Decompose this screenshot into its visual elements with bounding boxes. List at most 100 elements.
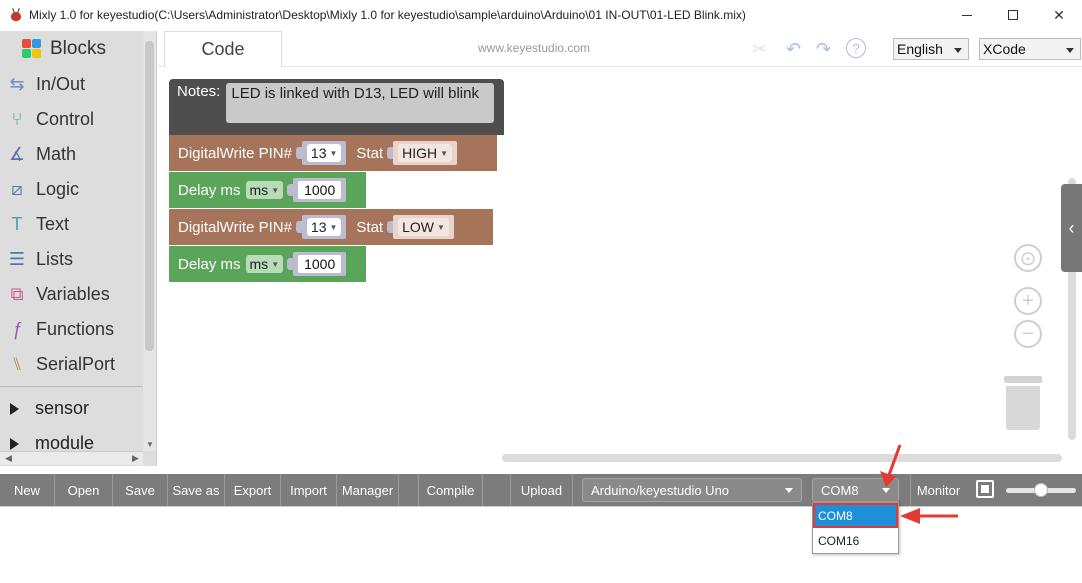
- upload-button[interactable]: Upload: [511, 474, 573, 506]
- delay-unit-value: ms: [249, 256, 269, 272]
- dropdown-arrow-icon: ▼: [329, 148, 338, 158]
- notes-block[interactable]: Notes: LED is linked with D13, LED will …: [169, 79, 504, 135]
- trash-icon[interactable]: [1004, 376, 1042, 432]
- blockly-workspace[interactable]: Notes: LED is linked with D13, LED will …: [158, 68, 1082, 466]
- sidebar-tree-label: sensor: [35, 398, 90, 418]
- logic-icon: ⧄: [11, 179, 23, 199]
- pin-value: 13: [310, 145, 327, 161]
- digital-write-block-low[interactable]: DigitalWrite PIN# 13 ▼ Stat LOW ▼: [169, 209, 493, 245]
- digital-write-label: DigitalWrite PIN#: [178, 218, 292, 236]
- window-title: Mixly 1.0 for keyestudio(C:\Users\Admini…: [29, 8, 746, 22]
- delay-unit-value: ms: [249, 182, 269, 198]
- maximize-button[interactable]: [990, 0, 1036, 30]
- import-button[interactable]: Import: [281, 474, 337, 506]
- mixly-bug-icon: [9, 7, 23, 22]
- toolbar-spacer: [483, 474, 511, 506]
- stat-dropdown[interactable]: HIGH ▼: [398, 144, 453, 162]
- delay-value-slot: 1000: [287, 178, 347, 202]
- serialport-icon: ⑊: [11, 354, 23, 374]
- minimize-button[interactable]: [944, 0, 990, 30]
- sidebar-item-math[interactable]: ∡ Math: [0, 137, 156, 172]
- zoom-out-icon[interactable]: −: [1014, 320, 1042, 348]
- sidebar-item-logic[interactable]: ⧄ Logic: [0, 172, 156, 207]
- chevron-down-icon: [785, 488, 793, 493]
- help-icon[interactable]: ?: [846, 38, 866, 58]
- save-as-button[interactable]: Save as: [168, 474, 225, 506]
- notes-text-field[interactable]: LED is linked with D13, LED will blink: [226, 83, 495, 123]
- manager-button[interactable]: Manager: [337, 474, 399, 506]
- sidebar-item-label: Control: [36, 109, 95, 129]
- delay-unit-dropdown[interactable]: ms ▼: [245, 181, 284, 199]
- lists-icon: ☰: [8, 249, 26, 269]
- toolbar-spacer: [399, 474, 419, 506]
- digital-write-block-high[interactable]: DigitalWrite PIN# 13 ▼ Stat HIGH ▼: [169, 135, 497, 171]
- tab-code[interactable]: Code: [164, 31, 282, 67]
- sidebar-item-label: Variables: [36, 284, 110, 304]
- zoom-controls: ⊙ + −: [1014, 244, 1044, 353]
- stat-value: LOW: [402, 219, 434, 235]
- delay-unit-dropdown[interactable]: ms ▼: [245, 255, 284, 273]
- sidebar-item-in-out[interactable]: ⇆ In/Out: [0, 67, 156, 102]
- theme-value: XCode: [983, 41, 1026, 57]
- annotation-arrow-left-icon: [900, 508, 958, 524]
- collapse-panel-tab[interactable]: ‹: [1061, 184, 1082, 272]
- sidebar-vertical-scrollbar[interactable]: ▼: [143, 31, 156, 451]
- redo-icon[interactable]: ↷: [816, 39, 831, 60]
- theme-select[interactable]: XCode: [979, 38, 1081, 60]
- compile-button[interactable]: Compile: [419, 474, 483, 506]
- slider-handle[interactable]: [1034, 483, 1048, 497]
- new-button[interactable]: New: [0, 474, 55, 506]
- delay-block-1[interactable]: Delay ms ms ▼ 1000: [169, 172, 366, 208]
- stat-label: Stat: [356, 218, 384, 236]
- delay-block-2[interactable]: Delay ms ms ▼ 1000: [169, 246, 366, 282]
- scroll-left-icon[interactable]: ◀: [5, 453, 12, 464]
- delay-value-field[interactable]: 1000: [298, 181, 342, 199]
- puzzle-icon: [22, 39, 42, 59]
- sidebar-item-label: Functions: [36, 319, 115, 339]
- close-button[interactable]: ✕: [1036, 0, 1082, 30]
- variables-icon: ⧉: [10, 284, 24, 304]
- undo-icon[interactable]: ↶: [786, 39, 801, 60]
- pin-dropdown[interactable]: 13 ▼: [306, 144, 342, 162]
- stat-slot: HIGH ▼: [387, 141, 458, 165]
- sidebar-item-label: Text: [36, 214, 70, 234]
- sidebar-item-serialport[interactable]: ⑊ SerialPort: [0, 347, 156, 382]
- board-select[interactable]: Arduino/keyestudio Uno: [582, 478, 802, 502]
- sidebar-item-lists[interactable]: ☰ Lists: [0, 242, 156, 277]
- export-button[interactable]: Export: [225, 474, 281, 506]
- workspace-horizontal-scrollbar[interactable]: [502, 454, 1062, 462]
- zoom-in-icon[interactable]: +: [1014, 287, 1042, 315]
- board-value: Arduino/keyestudio Uno: [591, 482, 730, 498]
- sidebar-item-control[interactable]: ⑂ Control: [0, 102, 156, 137]
- monitor-button[interactable]: Monitor: [910, 474, 966, 506]
- pin-slot: 13 ▼: [295, 215, 347, 239]
- sidebar-tree-sensor[interactable]: sensor: [0, 391, 156, 426]
- recenter-icon[interactable]: ⊙: [1014, 244, 1042, 272]
- delay-value-field[interactable]: 1000: [298, 255, 342, 273]
- sidebar-horizontal-scrollbar[interactable]: ◀ ▶: [0, 451, 143, 465]
- language-select[interactable]: English: [893, 38, 969, 60]
- chip-icon[interactable]: [976, 480, 994, 498]
- port-dropdown-list: COM8 COM16: [812, 502, 899, 554]
- pin-dropdown[interactable]: 13 ▼: [306, 218, 342, 236]
- chevron-down-icon: [1066, 48, 1074, 53]
- scrollbar-thumb[interactable]: [145, 41, 154, 351]
- sidebar-item-text[interactable]: T Text: [0, 207, 156, 242]
- expand-triangle-icon: [10, 402, 19, 415]
- title-bar: Mixly 1.0 for keyestudio(C:\Users\Admini…: [0, 0, 1082, 30]
- scroll-right-icon[interactable]: ▶: [132, 453, 139, 464]
- stat-dropdown[interactable]: LOW ▼: [398, 218, 449, 236]
- scroll-down-icon[interactable]: ▼: [146, 440, 154, 449]
- chevron-down-icon: [954, 48, 962, 53]
- open-button[interactable]: Open: [55, 474, 113, 506]
- port-option-com8[interactable]: COM8: [813, 503, 898, 528]
- sidebar-item-variables[interactable]: ⧉ Variables: [0, 277, 156, 312]
- sidebar-item-functions[interactable]: ƒ Functions: [0, 312, 156, 347]
- cut-icon[interactable]: ✂: [752, 39, 767, 60]
- delay-label: Delay ms: [178, 255, 241, 273]
- dropdown-arrow-icon: ▼: [271, 259, 280, 269]
- save-button[interactable]: Save: [113, 474, 168, 506]
- stat-slot: LOW ▼: [387, 215, 454, 239]
- port-option-com16[interactable]: COM16: [813, 528, 898, 553]
- blocks-header: Blocks: [0, 31, 156, 67]
